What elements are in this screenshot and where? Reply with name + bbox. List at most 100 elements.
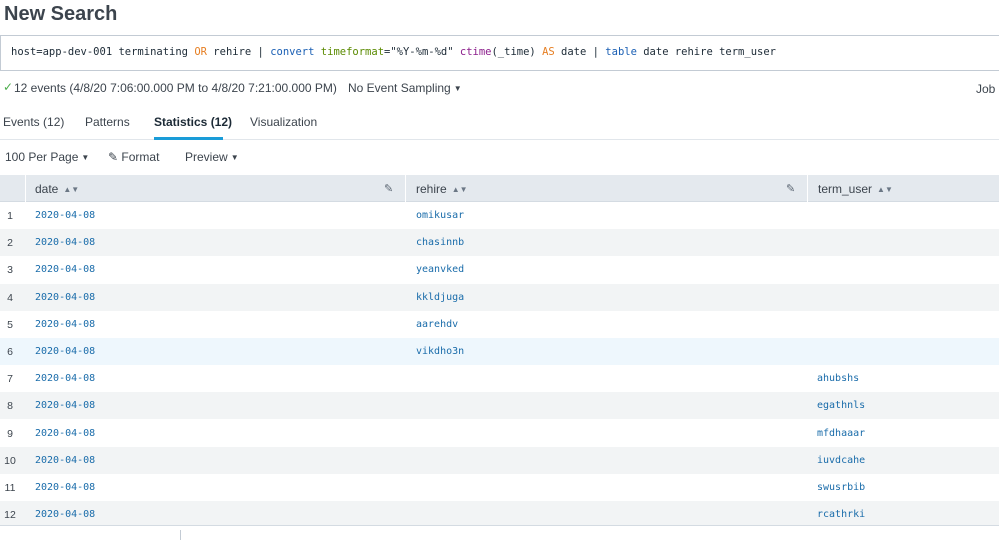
search-query-input[interactable]: host=app-dev-001 terminating OR rehire |… bbox=[11, 46, 776, 58]
column-header-rehire[interactable]: rehire ▲▼ bbox=[416, 175, 468, 202]
preview-dropdown[interactable]: Preview ▼ bbox=[185, 150, 239, 164]
row-number: 10 bbox=[4, 454, 16, 467]
table-row[interactable]: 4 2020-04-08 kkldjuga bbox=[0, 283, 999, 311]
table-header: date ▲▼ ✎ rehire ▲▼ ✎ term_user ▲▼ bbox=[0, 175, 999, 202]
cell-date[interactable]: 2020-04-08 bbox=[35, 373, 95, 384]
divider bbox=[180, 530, 181, 540]
cell-date[interactable]: 2020-04-08 bbox=[35, 428, 95, 439]
query-token: convert bbox=[270, 46, 315, 58]
row-number: 6 bbox=[7, 346, 13, 358]
query-token: (_time) bbox=[491, 46, 543, 58]
event-summary[interactable]: 12 events (4/8/20 7:06:00.000 PM to 4/8/… bbox=[14, 81, 337, 95]
cell-rehire[interactable]: yeanvked bbox=[416, 264, 464, 275]
column-divider bbox=[25, 175, 26, 202]
cell-term-user[interactable]: ahubshs bbox=[817, 373, 859, 384]
table-row[interactable]: 8 2020-04-08 egathnls bbox=[0, 392, 999, 420]
cell-date[interactable]: 2020-04-08 bbox=[35, 455, 95, 466]
query-token: date rehire term_user bbox=[636, 46, 776, 58]
table-row[interactable]: 5 2020-04-08 aarehdv bbox=[0, 310, 999, 338]
column-header-date[interactable]: date ▲▼ bbox=[35, 175, 79, 202]
search-bar[interactable]: host=app-dev-001 terminating OR rehire |… bbox=[0, 35, 999, 71]
query-token: host=app-dev-001 terminating bbox=[11, 46, 195, 58]
table-row[interactable]: 2 2020-04-08 chasinnb bbox=[0, 229, 999, 257]
cell-rehire[interactable]: aarehdv bbox=[416, 319, 458, 330]
job-menu[interactable]: Job bbox=[976, 82, 995, 96]
edit-column-icon[interactable]: ✎ bbox=[384, 182, 393, 195]
active-tab-indicator bbox=[154, 137, 223, 140]
row-number: 12 bbox=[4, 509, 16, 522]
bottom-bar bbox=[0, 525, 999, 541]
format-button[interactable]: ✎ Format bbox=[108, 150, 159, 164]
table-row[interactable]: 7 2020-04-08 ahubshs bbox=[0, 365, 999, 393]
row-number: 11 bbox=[4, 482, 16, 494]
page-title: New Search bbox=[4, 3, 118, 25]
query-token: date | bbox=[554, 46, 606, 58]
status-row: ✓ 12 events (4/8/20 7:06:00.000 PM to 4/… bbox=[0, 76, 999, 102]
cell-term-user[interactable]: iuvdcahe bbox=[817, 455, 865, 466]
table-row[interactable]: 11 2020-04-08 swusrbib bbox=[0, 474, 999, 501]
per-page-label: 100 Per Page bbox=[5, 150, 79, 164]
caret-down-icon: ▼ bbox=[81, 153, 90, 162]
cell-term-user[interactable]: egathnls bbox=[817, 400, 865, 411]
query-token: rehire | bbox=[206, 46, 271, 58]
query-token: AS bbox=[542, 46, 555, 58]
pencil-icon: ✎ bbox=[108, 150, 119, 164]
cell-term-user[interactable]: swusrbib bbox=[817, 482, 865, 493]
sort-icon[interactable]: ▲▼ bbox=[63, 185, 79, 194]
caret-down-icon: ▼ bbox=[453, 84, 462, 93]
query-token: timeformat bbox=[320, 46, 385, 58]
query-token: OR bbox=[194, 46, 207, 58]
row-number: 4 bbox=[7, 291, 13, 304]
row-number: 9 bbox=[7, 427, 13, 440]
cell-rehire[interactable]: vikdho3n bbox=[416, 346, 464, 357]
row-number: 1 bbox=[7, 210, 13, 222]
query-token: table bbox=[605, 46, 637, 58]
tab-events[interactable]: Events (12) bbox=[3, 115, 64, 129]
cell-date[interactable]: 2020-04-08 bbox=[35, 346, 95, 357]
column-divider bbox=[405, 175, 406, 202]
row-number: 8 bbox=[7, 400, 13, 413]
cell-date[interactable]: 2020-04-08 bbox=[35, 400, 95, 411]
cell-term-user[interactable]: mfdhaaar bbox=[817, 428, 865, 439]
tab-patterns[interactable]: Patterns bbox=[85, 115, 130, 129]
edit-column-icon[interactable]: ✎ bbox=[786, 182, 795, 195]
tab-visualization[interactable]: Visualization bbox=[250, 115, 317, 129]
cell-date[interactable]: 2020-04-08 bbox=[35, 482, 95, 493]
query-token: ctime bbox=[459, 46, 492, 58]
cell-rehire[interactable]: kkldjuga bbox=[416, 292, 464, 303]
row-number: 3 bbox=[7, 264, 13, 277]
cell-date[interactable]: 2020-04-08 bbox=[35, 237, 95, 248]
table-row[interactable]: 10 2020-04-08 iuvdcahe bbox=[0, 446, 999, 474]
per-page-dropdown[interactable]: 100 Per Page ▼ bbox=[5, 150, 89, 164]
column-header-term-user[interactable]: term_user ▲▼ bbox=[818, 175, 893, 202]
results-toolbar: 100 Per Page ▼ ✎ Format Preview ▼ bbox=[0, 148, 999, 168]
check-icon: ✓ bbox=[3, 80, 14, 94]
caret-down-icon: ▼ bbox=[230, 153, 239, 162]
table-row[interactable]: 1 2020-04-08 omikusar bbox=[0, 202, 999, 229]
cell-rehire[interactable]: omikusar bbox=[416, 210, 464, 221]
cell-date[interactable]: 2020-04-08 bbox=[35, 509, 95, 520]
cell-term-user[interactable]: rcathrki bbox=[817, 509, 865, 520]
tabs-bar: Events (12) Patterns Statistics (12) Vis… bbox=[0, 106, 999, 140]
row-number: 7 bbox=[7, 373, 13, 386]
sort-icon[interactable]: ▲▼ bbox=[452, 185, 468, 194]
column-label: date bbox=[35, 182, 59, 196]
event-sampling-dropdown[interactable]: No Event Sampling ▼ bbox=[348, 81, 462, 95]
tab-statistics[interactable]: Statistics (12) bbox=[154, 115, 232, 129]
table-row[interactable]: 3 2020-04-08 yeanvked bbox=[0, 256, 999, 284]
cell-date[interactable]: 2020-04-08 bbox=[35, 210, 95, 221]
sort-icon[interactable]: ▲▼ bbox=[877, 185, 893, 194]
cell-date[interactable]: 2020-04-08 bbox=[35, 292, 95, 303]
event-sampling-label: No Event Sampling bbox=[348, 81, 451, 95]
row-number: 2 bbox=[7, 237, 13, 250]
column-label: rehire bbox=[416, 182, 447, 196]
format-label: Format bbox=[121, 150, 160, 164]
preview-label: Preview bbox=[185, 150, 228, 164]
column-label: term_user bbox=[818, 182, 873, 196]
row-number: 5 bbox=[7, 318, 13, 331]
table-row[interactable]: 6 2020-04-08 vikdho3n bbox=[0, 338, 999, 365]
table-row[interactable]: 9 2020-04-08 mfdhaaar bbox=[0, 419, 999, 447]
cell-date[interactable]: 2020-04-08 bbox=[35, 319, 95, 330]
cell-rehire[interactable]: chasinnb bbox=[416, 237, 464, 248]
cell-date[interactable]: 2020-04-08 bbox=[35, 264, 95, 275]
